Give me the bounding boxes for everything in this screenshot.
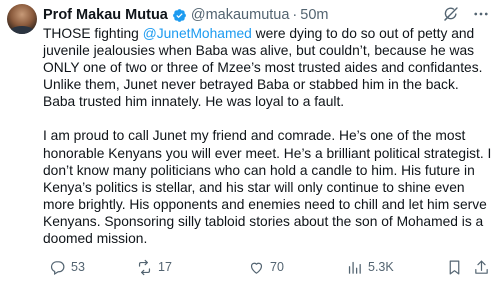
repost-icon <box>138 259 151 275</box>
bookmark-icon <box>449 260 460 274</box>
top-right-icons <box>442 5 490 23</box>
tweet: Prof Makau Mutua @makaumutua · 50m THOSE… <box>0 0 500 284</box>
action-bar: 53 17 70 5.3K <box>43 256 493 278</box>
reply-count: 53 <box>71 260 85 274</box>
like-count: 70 <box>270 260 284 274</box>
author-handle[interactable]: @makaumutua <box>191 7 290 23</box>
views-icon <box>348 261 361 274</box>
grok-icon[interactable] <box>442 5 460 23</box>
views-button[interactable]: 5.3K <box>346 256 394 278</box>
verified-badge-icon <box>172 8 187 23</box>
share-icon <box>475 260 488 274</box>
views-count: 5.3K <box>368 260 394 274</box>
tweet-header: Prof Makau Mutua @makaumutua · 50m <box>43 5 328 25</box>
like-button[interactable]: 70 <box>248 256 284 278</box>
tweet-paragraph-1: THOSE fighting @JunetMohamed were dying … <box>43 25 493 110</box>
more-icon[interactable] <box>472 5 490 23</box>
reply-button[interactable]: 53 <box>49 256 85 278</box>
share-button[interactable] <box>473 256 490 278</box>
author-name[interactable]: Prof Makau Mutua <box>43 7 168 23</box>
avatar[interactable] <box>7 4 37 34</box>
mention-link[interactable]: @JunetMohamed <box>143 26 252 41</box>
repost-button[interactable]: 17 <box>136 256 172 278</box>
bookmark-button[interactable] <box>446 256 463 278</box>
reply-icon <box>50 260 65 275</box>
text-segment: THOSE fighting <box>43 26 143 41</box>
repost-count: 17 <box>158 260 172 274</box>
tweet-text: THOSE fighting @JunetMohamed were dying … <box>43 25 493 247</box>
separator-dot: · <box>292 7 298 23</box>
tweet-paragraph-2: I am proud to call Junet my friend and c… <box>43 128 492 247</box>
timestamp[interactable]: 50m <box>300 7 328 23</box>
heart-icon <box>250 262 263 274</box>
